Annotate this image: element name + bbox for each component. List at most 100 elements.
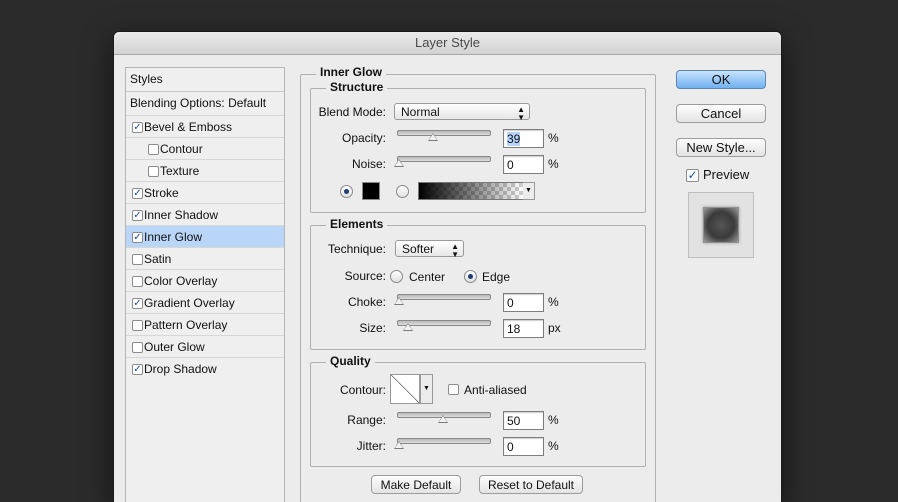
blending-options-item[interactable]: Blending Options: Default <box>126 91 284 113</box>
quality-title: Quality <box>326 354 375 368</box>
style-item-checkbox[interactable]: ✓ <box>132 188 143 199</box>
range-slider-thumb[interactable] <box>438 415 448 423</box>
noise-unit: % <box>548 157 559 171</box>
make-default-button[interactable]: Make Default <box>371 475 461 494</box>
style-item-checkbox[interactable] <box>132 320 143 331</box>
style-item-outer-glow[interactable]: Outer Glow <box>126 335 284 357</box>
style-item-label: Stroke <box>144 186 179 200</box>
style-item-pattern-overlay[interactable]: Pattern Overlay <box>126 313 284 335</box>
style-item-checkbox[interactable]: ✓ <box>132 210 143 221</box>
updown-arrows-icon: ▲ ▼ <box>451 242 459 259</box>
opacity-slider-track[interactable] <box>397 130 491 136</box>
style-item-label: Satin <box>144 252 172 266</box>
source-center-label[interactable]: Center <box>409 269 445 285</box>
styles-header[interactable]: Styles <box>126 68 284 90</box>
opacity-slider-thumb[interactable] <box>428 133 439 141</box>
inner-glow-title: Inner Glow <box>316 65 387 79</box>
glow-color-swatch[interactable] <box>362 182 380 200</box>
style-item-checkbox[interactable] <box>132 254 143 265</box>
choke-input[interactable]: 0 <box>503 293 544 312</box>
style-item-label: Outer Glow <box>144 340 205 354</box>
technique-value: Softer <box>402 242 435 256</box>
source-label: Source: <box>344 269 386 283</box>
jitter-unit: % <box>548 439 559 453</box>
style-item-checkbox[interactable] <box>148 144 159 155</box>
style-item-checkbox[interactable]: ✓ <box>132 298 143 309</box>
technique-label: Technique: <box>327 242 386 256</box>
noise-label: Noise: <box>351 157 386 171</box>
anti-aliased-checkbox[interactable] <box>448 384 459 395</box>
preview-label[interactable]: Preview <box>703 167 749 183</box>
source-edge-radio[interactable] <box>464 270 477 283</box>
style-item-label: Inner Glow <box>144 230 203 244</box>
cancel-button[interactable]: Cancel <box>676 104 766 123</box>
anti-aliased-label[interactable]: Anti-aliased <box>464 382 527 398</box>
style-item-label: Inner Shadow <box>144 208 219 222</box>
style-item-label: Texture <box>160 164 200 178</box>
choke-slider-track[interactable] <box>397 294 491 300</box>
size-label: Size: <box>359 321 386 335</box>
style-item-gradient-overlay[interactable]: ✓ Gradient Overlay <box>126 291 284 313</box>
style-item-texture[interactable]: Texture <box>126 159 284 181</box>
style-item-label: Gradient Overlay <box>144 296 235 310</box>
jitter-slider-thumb[interactable] <box>394 441 404 449</box>
structure-title: Structure <box>326 80 388 94</box>
contour-dropdown-arrow-icon[interactable]: ▼ <box>420 374 433 404</box>
jitter-label: Jitter: <box>356 439 386 453</box>
gradient-radio[interactable] <box>396 185 409 198</box>
styles-list: Styles Blending Options: Default ✓ Bevel … <box>125 67 285 502</box>
style-item-stroke[interactable]: ✓ Stroke <box>126 181 284 203</box>
gradient-picker[interactable] <box>418 182 524 200</box>
style-item-bevel-emboss[interactable]: ✓ Bevel & Emboss <box>126 115 284 137</box>
style-item-inner-shadow[interactable]: ✓ Inner Shadow <box>126 203 284 225</box>
new-style-button[interactable]: New Style... <box>676 138 766 157</box>
range-unit: % <box>548 413 559 427</box>
preview-thumbnail <box>688 192 754 258</box>
opacity-input[interactable]: 39 <box>503 129 544 148</box>
reset-to-default-button[interactable]: Reset to Default <box>479 475 583 494</box>
blend-mode-value: Normal <box>401 105 440 119</box>
style-item-satin[interactable]: Satin <box>126 247 284 269</box>
size-input[interactable]: 18 <box>503 319 544 338</box>
ok-button[interactable]: OK <box>676 70 766 89</box>
contour-picker[interactable] <box>390 374 420 404</box>
layer-style-dialog: Layer Style Styles Blending Options: Def… <box>114 32 781 502</box>
style-item-checkbox[interactable]: ✓ <box>132 232 143 243</box>
noise-slider-track[interactable] <box>397 156 491 162</box>
choke-unit: % <box>548 295 559 309</box>
style-item-contour[interactable]: Contour <box>126 137 284 159</box>
preview-checkbox[interactable]: ✓ <box>686 169 699 182</box>
opacity-unit: % <box>548 131 559 145</box>
style-item-label: Color Overlay <box>144 274 218 288</box>
style-item-label: Drop Shadow <box>144 362 217 376</box>
blend-mode-label: Blend Mode: <box>318 105 386 119</box>
source-edge-label[interactable]: Edge <box>482 269 510 285</box>
elements-title: Elements <box>326 217 388 231</box>
contour-label: Contour: <box>339 383 386 397</box>
technique-select[interactable]: Softer ▲ ▼ <box>395 240 464 259</box>
style-item-color-overlay[interactable]: Color Overlay <box>126 269 284 291</box>
preview-swatch <box>703 207 739 243</box>
opacity-label: Opacity: <box>341 131 386 145</box>
size-unit: px <box>548 321 561 335</box>
choke-label: Choke: <box>347 295 386 309</box>
solid-color-radio[interactable] <box>340 185 353 198</box>
style-item-checkbox[interactable] <box>132 342 143 353</box>
style-item-checkbox[interactable] <box>148 166 159 177</box>
style-item-drop-shadow[interactable]: ✓ Drop Shadow <box>126 357 284 379</box>
choke-slider-thumb[interactable] <box>394 297 404 305</box>
blend-mode-select[interactable]: Normal ▲ ▼ <box>394 103 530 122</box>
noise-input[interactable]: 0 <box>503 155 544 174</box>
jitter-input[interactable]: 0 <box>503 437 544 456</box>
style-item-label: Contour <box>160 142 203 156</box>
style-item-checkbox[interactable] <box>132 276 143 287</box>
jitter-slider-track[interactable] <box>397 438 491 444</box>
style-item-inner-glow[interactable]: ✓ Inner Glow <box>126 225 284 247</box>
size-slider-thumb[interactable] <box>402 323 413 331</box>
style-item-checkbox[interactable]: ✓ <box>132 122 143 133</box>
range-input[interactable]: 50 <box>503 411 544 430</box>
noise-slider-thumb[interactable] <box>394 159 404 167</box>
source-center-radio[interactable] <box>390 270 403 283</box>
gradient-dropdown-arrow-icon[interactable]: ▼ <box>523 182 535 200</box>
style-item-checkbox[interactable]: ✓ <box>132 364 143 375</box>
